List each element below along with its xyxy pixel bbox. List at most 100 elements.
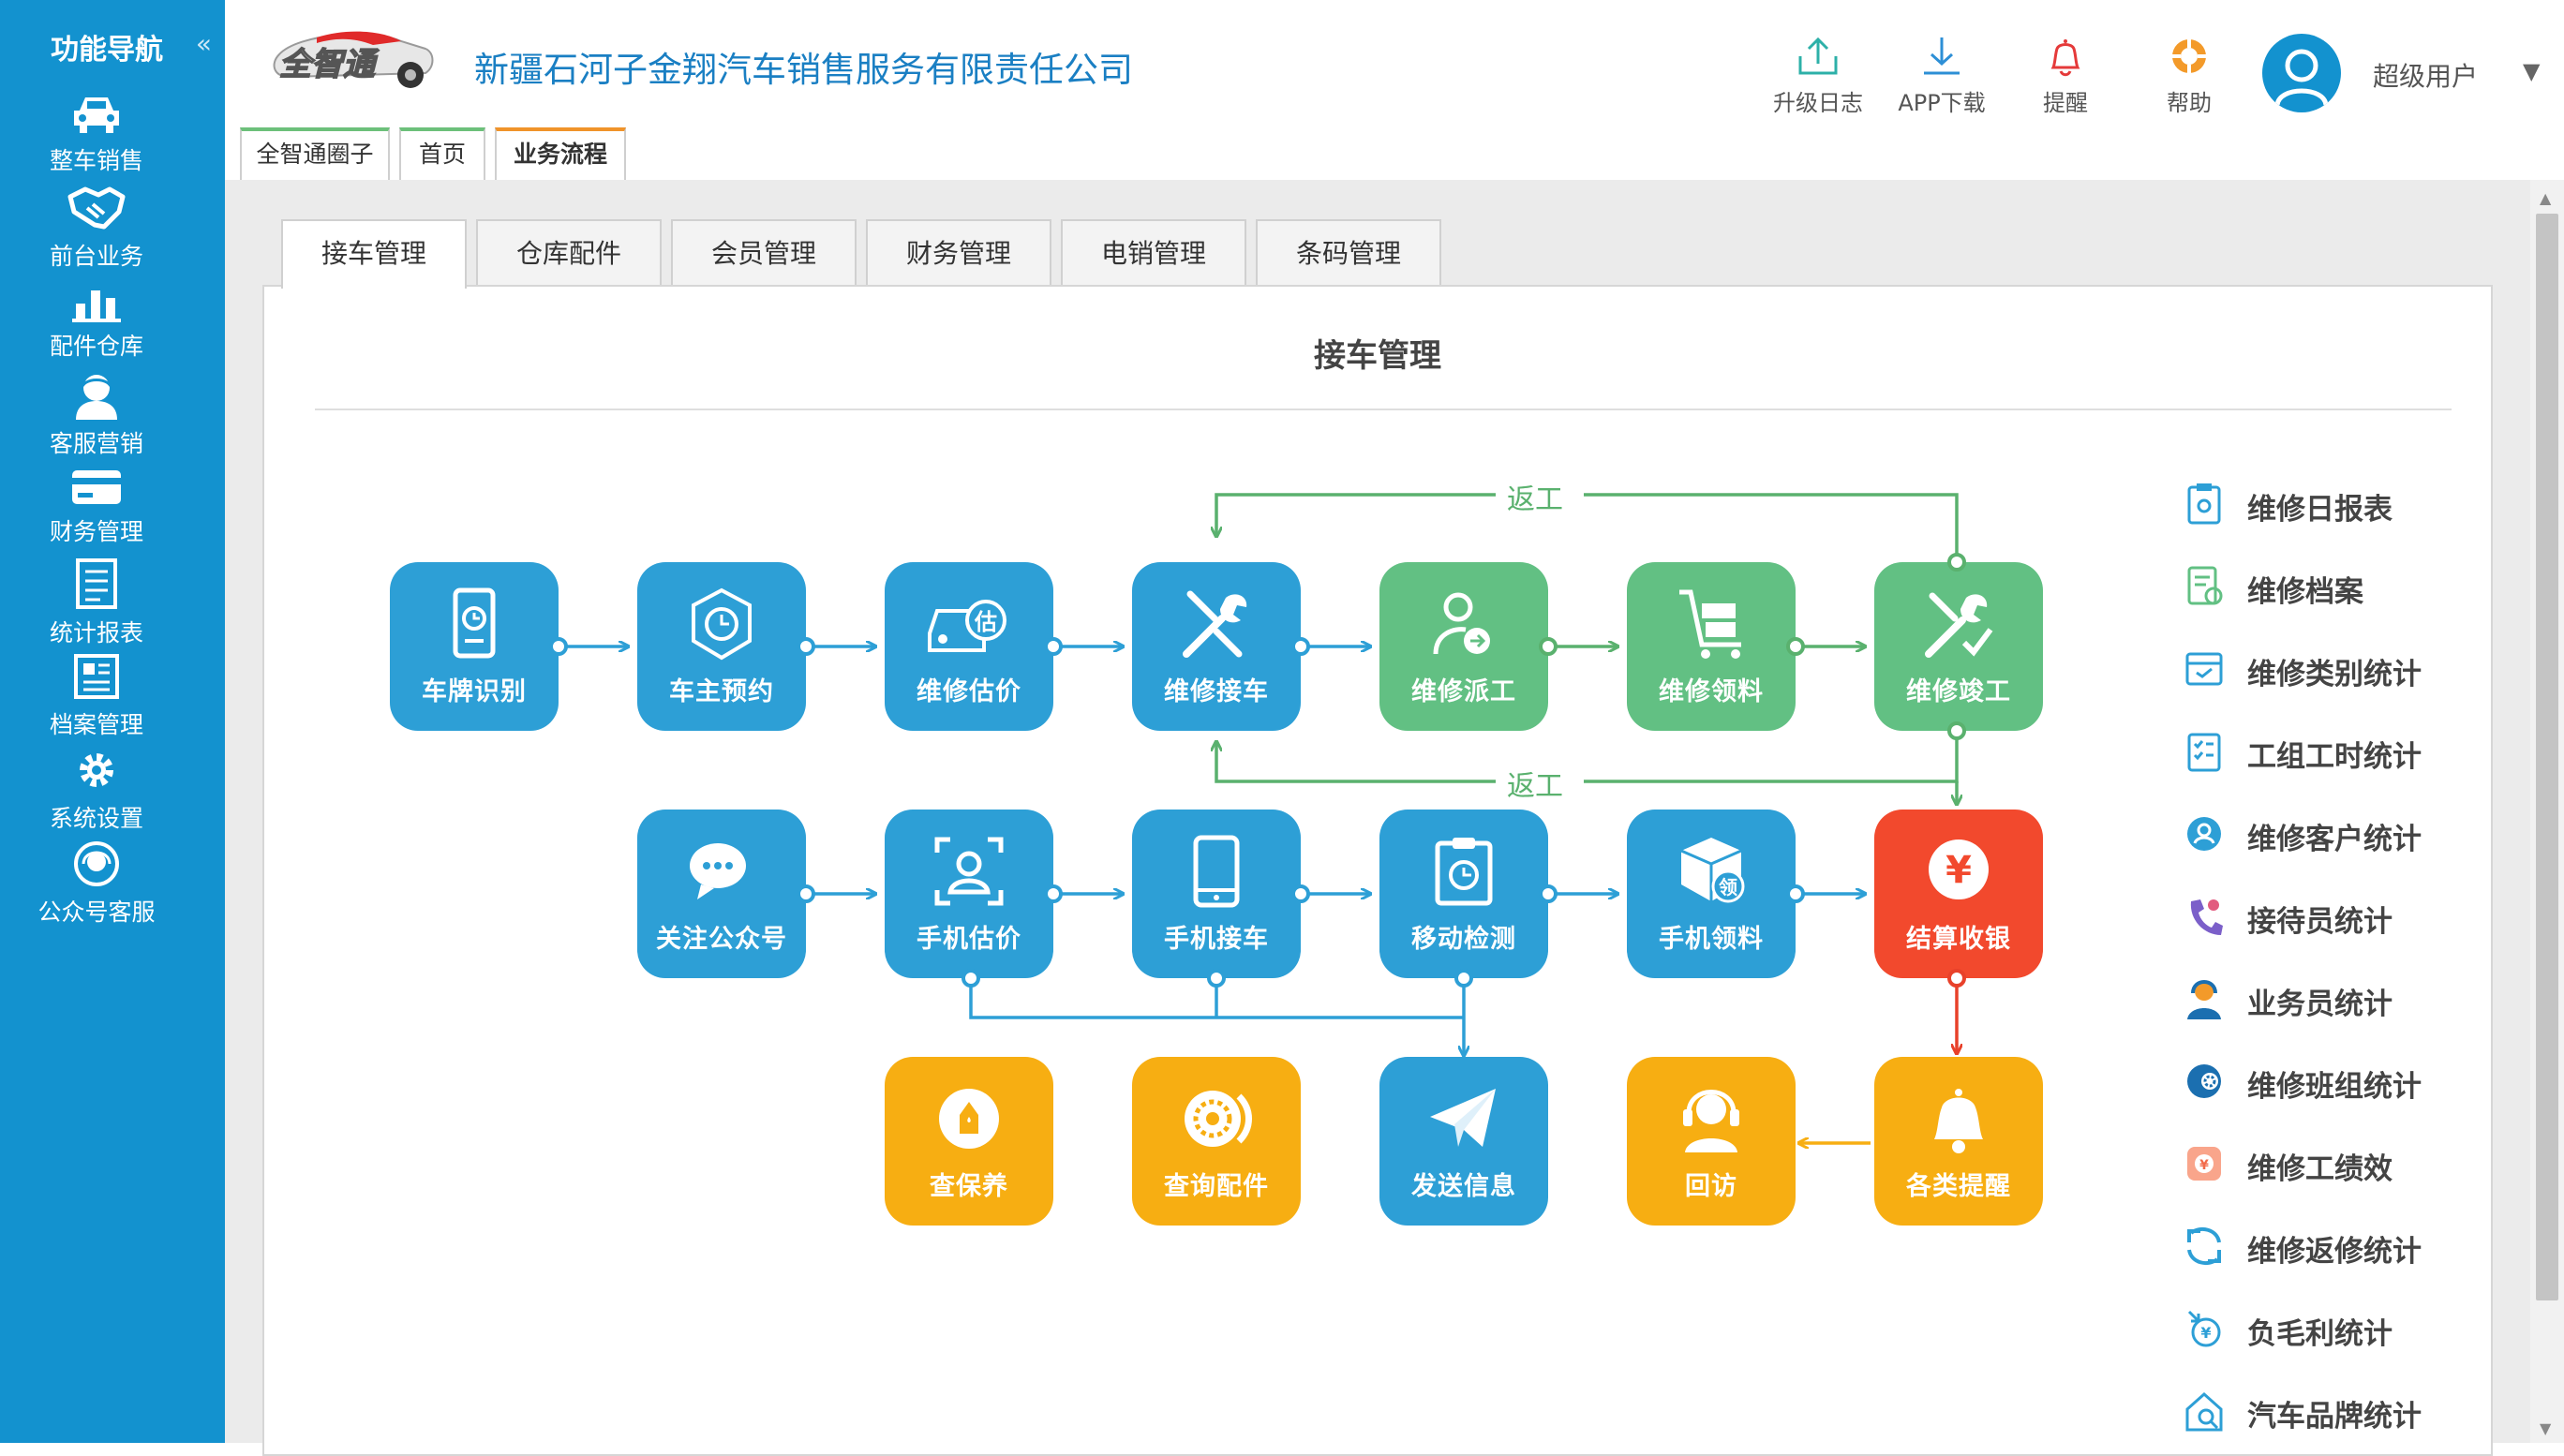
flow-node-repair-estimate[interactable]: 估 维修估价 bbox=[885, 562, 1053, 731]
stat-label: 维修班组统计 bbox=[2247, 1070, 2422, 1104]
user-avatar[interactable] bbox=[2262, 34, 2341, 112]
phone-call-icon bbox=[2190, 899, 2223, 935]
stat-label: 业务员统计 bbox=[2247, 988, 2393, 1021]
stat-label: 维修日报表 bbox=[2247, 493, 2393, 527]
flow-node-owner-appointment[interactable]: 车主预约 bbox=[637, 562, 806, 731]
bell-icon bbox=[2050, 39, 2080, 77]
plate-scan-icon bbox=[453, 587, 496, 659]
rework-icon bbox=[2187, 1226, 2221, 1266]
flow-node-label: 回访 bbox=[1685, 1172, 1737, 1201]
flow-node-mobile-estimate[interactable]: 手机估价 bbox=[885, 810, 1053, 978]
flow-node-repair-reception[interactable]: 维修接车 bbox=[1132, 562, 1301, 731]
sidebar-item-front-desk[interactable]: 前台业务 bbox=[0, 184, 193, 274]
scroll-up-icon[interactable]: ▲ bbox=[2540, 189, 2551, 207]
sidebar-item-reports[interactable]: 统计报表 bbox=[0, 558, 193, 648]
estimate-badge: 估 bbox=[974, 609, 997, 635]
scrollbar-thumb[interactable] bbox=[2536, 214, 2558, 1300]
flow-node-mobile-inspection[interactable]: 移动检测 bbox=[1379, 810, 1548, 978]
sidebar-item-label: 档案管理 bbox=[49, 711, 143, 738]
flow-node-repair-complete[interactable]: 维修竣工 bbox=[1874, 562, 2043, 731]
sidebar-item-label: 客服营销 bbox=[49, 430, 143, 457]
flow-node-query-parts[interactable]: 查询配件 bbox=[1132, 1057, 1301, 1226]
sidebar-item-customer-marketing[interactable]: 客服营销 bbox=[0, 371, 193, 461]
checklist-icon bbox=[2187, 733, 2221, 772]
yen-symbol: ¥ bbox=[1945, 849, 1972, 892]
brake-icon bbox=[1185, 1091, 1252, 1147]
flow-node-repair-materials[interactable]: 维修领料 bbox=[1627, 562, 1796, 731]
reminder-button[interactable]: 提醒 bbox=[2009, 36, 2122, 117]
tool-label: 帮助 bbox=[2167, 90, 2212, 116]
salesman-icon bbox=[2187, 980, 2221, 1019]
flow-node-label: 维修估价 bbox=[917, 677, 1021, 706]
subtab-reception[interactable]: 接车管理 bbox=[281, 219, 467, 289]
flow-node-check-maintenance[interactable]: 查保养 bbox=[885, 1057, 1053, 1226]
sidebar-item-parts-warehouse[interactable]: 配件仓库 bbox=[0, 279, 193, 369]
flow-node-label: 维修派工 bbox=[1411, 677, 1516, 706]
loss-icon: ¥ bbox=[2187, 1310, 2221, 1347]
subtab-membership[interactable]: 会员管理 bbox=[671, 219, 857, 287]
subtab-warehouse-parts[interactable]: 仓库配件 bbox=[476, 219, 662, 287]
flow-node-repair-dispatch[interactable]: 维修派工 bbox=[1379, 562, 1548, 731]
flow-node-follow-up-visit[interactable]: 回访 bbox=[1627, 1057, 1796, 1226]
sidebar-item-vehicle-sales[interactable]: 整车销售 bbox=[0, 90, 193, 180]
tab-home[interactable]: 首页 bbox=[399, 127, 485, 180]
gear-icon bbox=[80, 753, 113, 787]
tab-business-flow[interactable]: 业务流程 bbox=[495, 127, 626, 180]
flow-node-mobile-materials[interactable]: 领 手机领料 bbox=[1627, 810, 1796, 978]
flow-node-reminders[interactable]: 各类提醒 bbox=[1874, 1057, 2043, 1226]
phone-icon bbox=[1193, 835, 1240, 908]
sidebar-item-wechat-service[interactable]: 公众号客服 bbox=[0, 839, 193, 929]
flow-node-send-message[interactable]: 发送信息 bbox=[1379, 1057, 1548, 1226]
flow-node-plate-recognition[interactable]: 车牌识别 bbox=[390, 562, 559, 731]
username[interactable]: 超级用户 bbox=[2373, 56, 2478, 94]
archive-icon bbox=[74, 654, 119, 699]
subtab-barcode[interactable]: 条码管理 bbox=[1256, 219, 1441, 287]
car-icon bbox=[74, 97, 119, 133]
flow-node-follow-official-account[interactable]: 关注公众号 bbox=[637, 810, 806, 978]
customer-icon bbox=[2187, 817, 2221, 851]
cart-icon bbox=[1679, 589, 1741, 659]
scroll-down-icon[interactable]: ▼ bbox=[2540, 1419, 2551, 1437]
changelog-button[interactable]: 升级日志 bbox=[1762, 36, 1874, 117]
sidebar-item-finance[interactable]: 财务管理 bbox=[0, 467, 193, 557]
sidebar-item-archives[interactable]: 档案管理 bbox=[0, 652, 193, 742]
app-download-button[interactable]: APP下载 bbox=[1886, 36, 1998, 117]
flow-node-mobile-reception[interactable]: 手机接车 bbox=[1132, 810, 1301, 978]
wechat-service-icon bbox=[74, 841, 119, 886]
header: 全智通 新疆石河子金翔汽车销售服务有限责任公司 升级日志 APP下载 提醒 帮助… bbox=[225, 0, 2564, 182]
flow-node-label: 手机领料 bbox=[1659, 925, 1764, 954]
dispatch-icon bbox=[1433, 592, 1490, 655]
upload-icon bbox=[1798, 37, 1838, 75]
sidebar-item-settings[interactable]: 系统设置 bbox=[0, 746, 193, 836]
sidebar-title: 功能导航 bbox=[51, 34, 163, 67]
brand-icon bbox=[2185, 1391, 2223, 1432]
stat-label: 维修档案 bbox=[2247, 575, 2363, 609]
flow-node-label: 查询配件 bbox=[1164, 1172, 1269, 1201]
tool-label: 提醒 bbox=[2043, 90, 2088, 116]
subtab-finance[interactable]: 财务管理 bbox=[866, 219, 1051, 287]
flow-node-label: 发送信息 bbox=[1411, 1172, 1516, 1201]
subtab-telesales[interactable]: 电销管理 bbox=[1061, 219, 1246, 287]
collapse-sidebar-icon[interactable]: « bbox=[196, 28, 212, 59]
sidebar-item-label: 财务管理 bbox=[49, 518, 143, 545]
logo: 全智通 bbox=[261, 24, 439, 99]
flow-node-label: 移动检测 bbox=[1411, 925, 1516, 954]
flow-node-label: 车牌识别 bbox=[422, 677, 527, 706]
inspection-icon bbox=[1435, 838, 1493, 906]
help-button[interactable]: 帮助 bbox=[2133, 36, 2245, 117]
complete-icon bbox=[1925, 592, 1993, 658]
sidebar-item-label: 配件仓库 bbox=[49, 333, 143, 360]
tools-icon bbox=[1183, 590, 1247, 658]
user-menu-caret-icon[interactable]: ▼ bbox=[2523, 58, 2540, 84]
svg-text:¥: ¥ bbox=[2200, 1324, 2211, 1342]
flow-node-checkout[interactable]: ¥ 结算收银 bbox=[1874, 810, 2043, 978]
flow-node-label: 车主预约 bbox=[669, 677, 774, 706]
sidebar-item-label: 统计报表 bbox=[49, 619, 143, 646]
vertical-scrollbar[interactable]: ▲ ▼ bbox=[2530, 180, 2564, 1443]
daily-report-icon bbox=[2187, 483, 2221, 525]
tool-label: 升级日志 bbox=[1773, 90, 1863, 116]
flow-node-label: 查保养 bbox=[930, 1172, 1008, 1201]
tab-community[interactable]: 全智通圈子 bbox=[240, 127, 390, 180]
wechat-icon bbox=[690, 843, 746, 899]
rework-label-middle: 返工 bbox=[1496, 763, 1574, 804]
